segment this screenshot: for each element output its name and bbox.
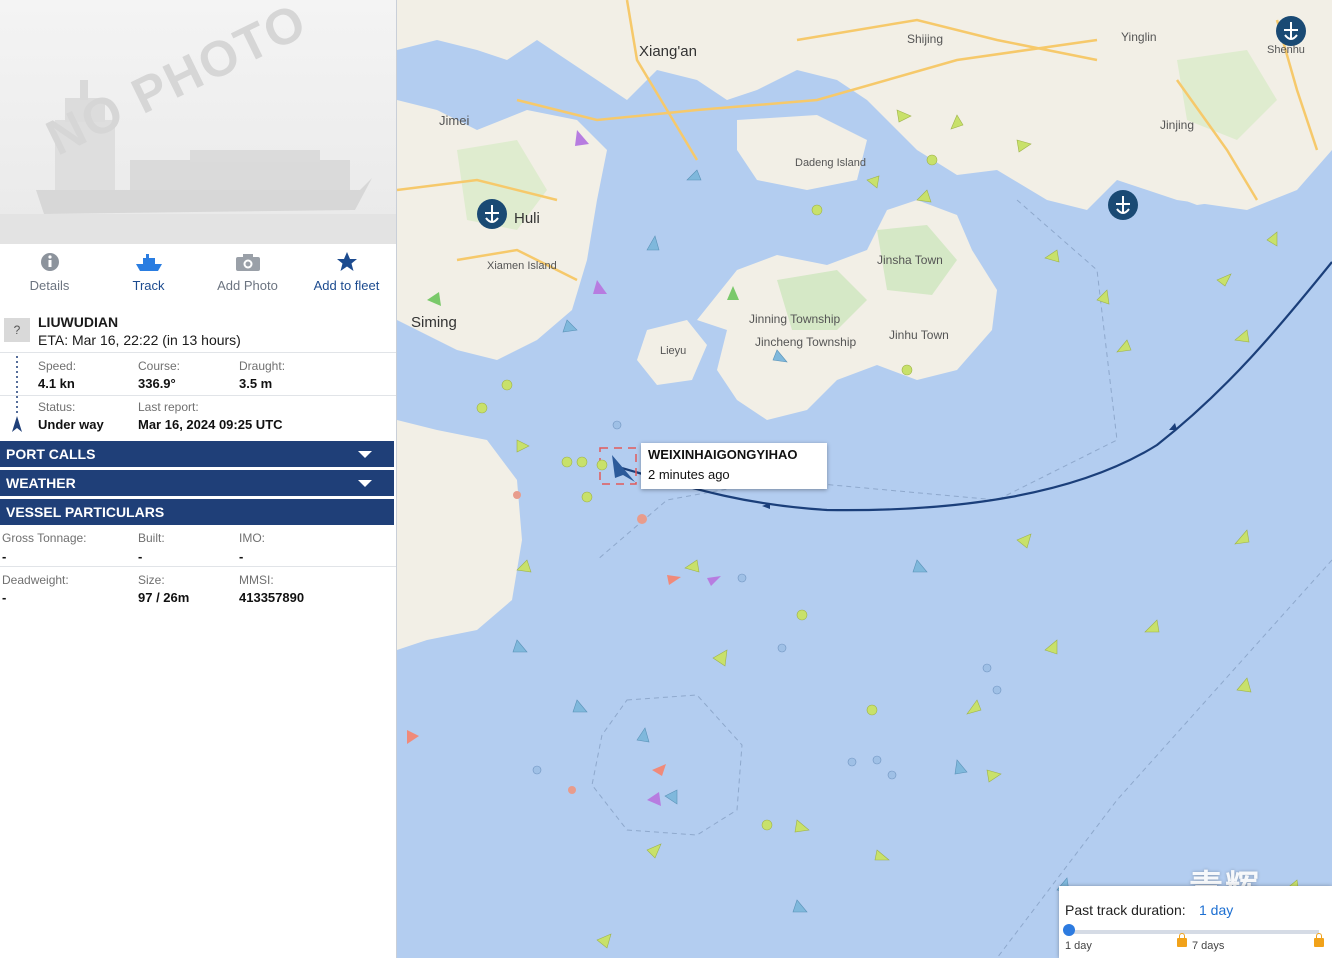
vessel-actions: Details Track Add Photo Add to fleet	[0, 250, 396, 306]
place-label: Xiang'an	[639, 43, 697, 60]
built-label: Built:	[138, 531, 165, 545]
chevron-down-icon	[358, 451, 372, 458]
place-label: Jimei	[439, 113, 470, 128]
eta: ETA: Mar 16, 22:22 (in 13 hours)	[38, 332, 241, 348]
destination: LIUWUDIAN	[38, 314, 119, 330]
past-track-control: Past track duration: 1 day 1 day 7 days	[1059, 886, 1332, 958]
place-label: Jinning Township	[749, 312, 841, 326]
ship-icon	[134, 250, 164, 274]
place-label: Jincheng Township	[755, 335, 857, 349]
speed-value: 4.1 kn	[38, 376, 75, 391]
status-label: Status:	[38, 400, 76, 414]
last-report-value: Mar 16, 2024 09:25 UTC	[138, 417, 283, 432]
track-button[interactable]: Track	[99, 250, 198, 306]
mmsi-value: 413357890	[239, 590, 305, 605]
track-duration-label: Past track duration:	[1065, 902, 1186, 918]
place-label: Jinhu Town	[889, 328, 949, 342]
vessel-particulars-title: VESSEL PARTICULARS	[6, 504, 165, 520]
slider-mid-label: 7 days	[1192, 940, 1225, 952]
place-label: Shenhu	[1267, 44, 1305, 56]
dadeng-island	[737, 115, 867, 190]
selected-vessel-marker	[612, 455, 635, 482]
draught-value: 3.5 m	[239, 376, 273, 391]
place-label: Yinglin	[1121, 30, 1157, 44]
map-view[interactable]: Xiang'an Jimei Huli Xiamen Island Siming…	[397, 0, 1332, 958]
gross-tonnage-label: Gross Tonnage:	[2, 531, 87, 545]
place-label: Dadeng Island	[795, 157, 866, 169]
place-label: Siming	[411, 314, 457, 331]
vessel-particulars-section[interactable]: VESSEL PARTICULARS	[0, 499, 394, 525]
place-label: Jinsha Town	[877, 253, 943, 267]
weather-section[interactable]: WEATHER	[0, 470, 394, 496]
track-label: Track	[132, 278, 165, 293]
add-photo-label: Add Photo	[217, 278, 278, 293]
southwest-coast	[397, 420, 522, 650]
lock-icon	[1314, 933, 1324, 947]
speed-label: Speed:	[38, 359, 77, 373]
divider	[0, 566, 396, 567]
add-to-fleet-label: Add to fleet	[313, 278, 380, 293]
port-calls-title: PORT CALLS	[6, 446, 96, 462]
imo-label: IMO:	[239, 531, 265, 545]
port-calls-section[interactable]: PORT CALLS	[0, 441, 394, 467]
star-icon	[336, 250, 358, 274]
size-label: Size:	[138, 573, 165, 587]
lock-icon	[1177, 933, 1187, 947]
vessel-popup[interactable]: WEIXINHAIGONGYIHAO 2 minutes ago	[641, 443, 827, 489]
slider-handle[interactable]	[1063, 924, 1075, 936]
built-value: -	[138, 549, 143, 564]
track-duration-slider[interactable]	[1069, 930, 1319, 934]
details-label: Details	[29, 278, 70, 293]
divider	[0, 395, 396, 396]
vessel-last-seen: 2 minutes ago	[648, 467, 730, 482]
place-label: Xiamen Island	[487, 260, 557, 272]
info-icon	[40, 250, 60, 274]
place-label: Huli	[514, 210, 540, 227]
slider-min-label: 1 day	[1065, 940, 1092, 952]
route-progress-icon	[12, 356, 22, 432]
gross-tonnage-value: -	[2, 549, 7, 564]
add-to-fleet-button[interactable]: Add to fleet	[297, 250, 396, 306]
size-value: 97 / 26m	[138, 590, 190, 605]
vessel-photo-placeholder: NO PHOTO	[0, 0, 396, 244]
add-photo-button[interactable]: Add Photo	[198, 250, 297, 306]
place-label: Jinjing	[1160, 118, 1195, 132]
place-label: Lieyu	[660, 345, 687, 357]
details-button[interactable]: Details	[0, 250, 99, 306]
chevron-down-icon	[358, 480, 372, 487]
vessel-panel: NO PHOTO Details Track Add Photo Add to …	[0, 0, 397, 958]
weather-title: WEATHER	[6, 475, 76, 491]
status-value: Under way	[38, 417, 104, 432]
vessel-name: WEIXINHAIGONGYIHAO	[648, 447, 798, 462]
imo-value: -	[239, 549, 244, 564]
divider	[0, 352, 396, 353]
deadweight-label: Deadweight:	[2, 573, 69, 587]
deadweight-value: -	[2, 590, 7, 605]
map-canvas[interactable]	[397, 0, 1332, 958]
course-value: 336.9°	[138, 376, 176, 391]
last-report-label: Last report:	[138, 400, 199, 414]
camera-icon	[235, 250, 261, 274]
course-label: Course:	[138, 359, 181, 373]
draught-label: Draught:	[239, 359, 286, 373]
track-duration-value: 1 day	[1199, 902, 1234, 918]
mmsi-label: MMSI:	[239, 573, 274, 587]
flag-unknown-icon: ?	[4, 318, 30, 342]
place-label: Shijing	[907, 32, 944, 46]
